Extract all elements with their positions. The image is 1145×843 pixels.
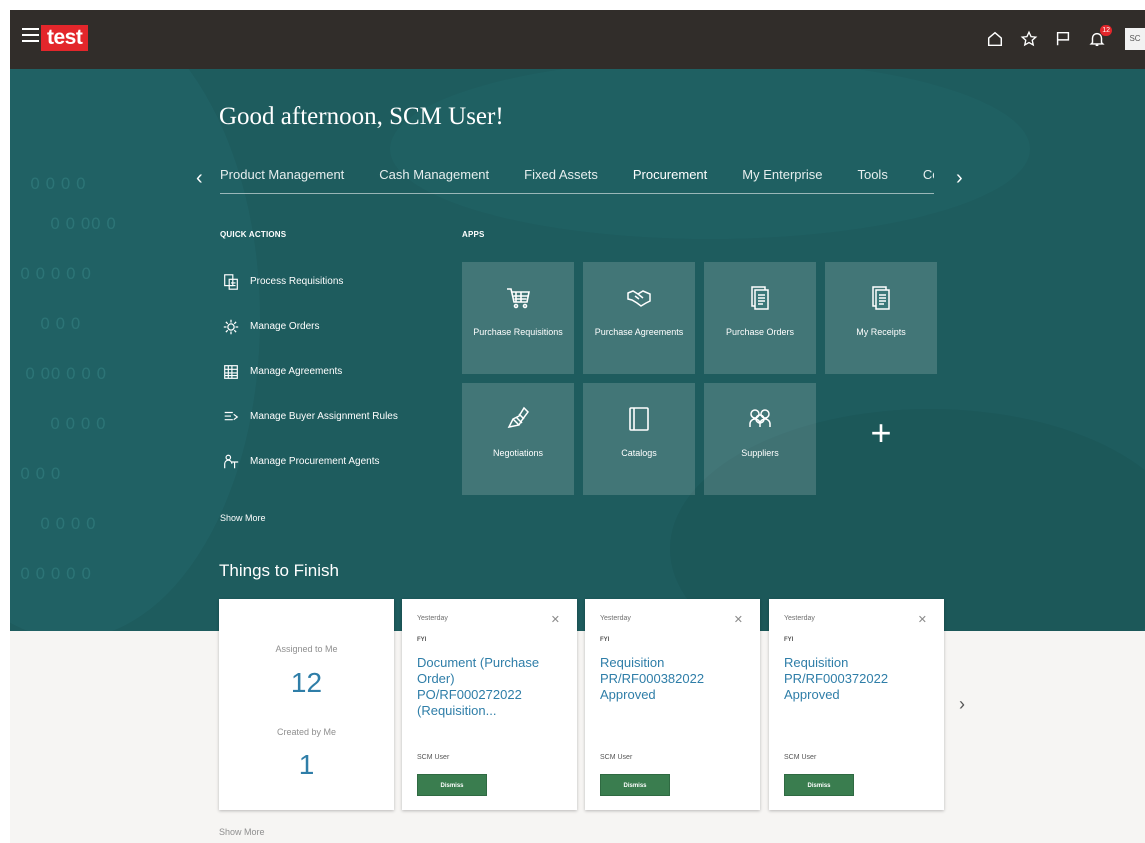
tab-procurement[interactable]: Procurement: [633, 164, 725, 193]
svg-text:0 0 00 0: 0 0 00 0: [50, 214, 116, 233]
svg-text:0 0 0 0 0: 0 0 0 0 0: [20, 564, 91, 583]
handshake-icon: [583, 284, 695, 314]
agreements-icon: [222, 363, 240, 381]
app-tile-purchase-agreements[interactable]: Purchase Agreements: [583, 262, 695, 374]
quick-actions-heading: QUICK ACTIONS: [220, 230, 287, 239]
requisition-icon: [222, 273, 240, 291]
suppliers-icon: [704, 405, 816, 435]
tab-my-enterprise[interactable]: My Enterprise: [742, 164, 840, 193]
close-icon[interactable]: ✕: [734, 613, 743, 626]
notification-card[interactable]: Yesterday ✕ FYI Document (Purchase Order…: [402, 599, 577, 810]
avatar[interactable]: SC: [1125, 28, 1145, 50]
nav-tab-strip: Product Management Cash Management Fixed…: [220, 164, 934, 194]
notification-card[interactable]: Yesterday ✕ FYI Requisition PR/RF0003720…: [769, 599, 944, 810]
notification-user: SCM User: [600, 754, 633, 761]
agents-icon: [222, 453, 240, 471]
cart-icon: [462, 284, 574, 314]
global-header: test 12 SC: [10, 10, 1145, 69]
close-icon[interactable]: ✕: [551, 613, 560, 626]
notification-card[interactable]: Yesterday ✕ FYI Requisition PR/RF0003820…: [585, 599, 760, 810]
svg-text:0 00 0 0 0: 0 00 0 0 0: [25, 364, 106, 383]
quick-actions-list: Process Requisitions Manage Orders Manag…: [222, 259, 452, 484]
notification-time: Yesterday: [784, 615, 815, 622]
tab-cor[interactable]: Cor: [923, 164, 934, 193]
receipt-icon: [825, 284, 937, 314]
dismiss-button[interactable]: Dismiss: [600, 774, 670, 796]
svg-text:0 0 0: 0 0 0: [40, 314, 81, 333]
summary-card: Assigned to Me 12 Created by Me 1: [219, 599, 394, 810]
documents-icon: [704, 284, 816, 314]
quick-action-manage-agreements[interactable]: Manage Agreements: [222, 349, 452, 394]
chevron-left-icon[interactable]: ‹: [196, 168, 203, 188]
apps-heading: APPS: [462, 230, 485, 239]
plus-icon: +: [870, 412, 892, 453]
notification-time: Yesterday: [417, 615, 448, 622]
app-tile-negotiations[interactable]: Negotiations: [462, 383, 574, 495]
add-app-tile[interactable]: +: [825, 383, 937, 495]
app-tile-purchase-orders[interactable]: Purchase Orders: [704, 262, 816, 374]
hamburger-icon[interactable]: [22, 28, 39, 42]
catalog-icon: [583, 405, 695, 435]
created-by-me-count[interactable]: 1: [219, 749, 394, 781]
app-tile-purchase-requisitions[interactable]: Purchase Requisitions: [462, 262, 574, 374]
tab-cash-management[interactable]: Cash Management: [379, 164, 507, 193]
created-by-me-label: Created by Me: [276, 727, 337, 737]
quick-action-manage-buyer-assignment-rules[interactable]: Manage Buyer Assignment Rules: [222, 394, 452, 439]
greeting-title: Good afternoon, SCM User!: [219, 103, 504, 130]
springboard-nav: ‹ Product Management Cash Management Fix…: [196, 164, 966, 198]
svg-text:0 0 0 0: 0 0 0 0: [30, 174, 86, 193]
dismiss-button[interactable]: Dismiss: [417, 774, 487, 796]
notification-user: SCM User: [784, 754, 817, 761]
app-frame: test 12 SC 0 0 0 0 0 0 00 0 0 0 0 0 0 0 0…: [10, 10, 1145, 843]
notification-title[interactable]: Requisition PR/RF000382022 Approved: [600, 655, 745, 703]
things-to-finish-heading: Things to Finish: [219, 561, 339, 580]
apps-grid: Purchase Requisitions Purchase Agreement…: [462, 262, 942, 502]
gear-icon: [222, 318, 240, 336]
chevron-right-icon[interactable]: ›: [956, 168, 963, 188]
header-actions: 12 SC: [983, 24, 1145, 54]
close-icon[interactable]: ✕: [918, 613, 927, 626]
tab-fixed-assets[interactable]: Fixed Assets: [524, 164, 616, 193]
dismiss-button[interactable]: Dismiss: [784, 774, 854, 796]
quick-action-manage-orders[interactable]: Manage Orders: [222, 304, 452, 349]
app-tile-my-receipts[interactable]: My Receipts: [825, 262, 937, 374]
svg-text:0 0 0 0 0: 0 0 0 0 0: [20, 264, 91, 283]
tab-product-management[interactable]: Product Management: [220, 164, 362, 193]
assigned-to-me-label: Assigned to Me: [275, 644, 338, 654]
bell-icon[interactable]: 12: [1085, 25, 1112, 51]
app-tile-catalogs[interactable]: Catalogs: [583, 383, 695, 495]
chevron-right-icon[interactable]: ›: [959, 694, 965, 715]
things-to-finish-show-more-link[interactable]: Show More: [219, 827, 265, 837]
quick-actions-show-more-link[interactable]: Show More: [220, 513, 266, 523]
logo[interactable]: test: [41, 25, 89, 51]
svg-text:0 0 0: 0 0 0: [20, 464, 61, 483]
quick-action-process-requisitions[interactable]: Process Requisitions: [222, 259, 452, 304]
notification-title[interactable]: Document (Purchase Order) PO/RF000272022…: [417, 655, 562, 719]
tab-tools[interactable]: Tools: [857, 164, 905, 193]
notification-time: Yesterday: [600, 615, 631, 622]
notification-user: SCM User: [417, 754, 450, 761]
app-tile-suppliers[interactable]: Suppliers: [704, 383, 816, 495]
notification-tag: FYI: [600, 637, 610, 643]
svg-text:0 0 0 0: 0 0 0 0: [40, 514, 96, 533]
flag-icon[interactable]: [1051, 27, 1075, 51]
notification-title[interactable]: Requisition PR/RF000372022 Approved: [784, 655, 929, 703]
assigned-to-me-count[interactable]: 12: [219, 667, 394, 699]
notification-tag: FYI: [417, 637, 427, 643]
quick-action-manage-procurement-agents[interactable]: Manage Procurement Agents: [222, 439, 452, 484]
star-icon[interactable]: [1017, 27, 1041, 51]
notification-badge: 12: [1100, 25, 1112, 36]
notification-tag: FYI: [784, 637, 794, 643]
hero-panel: 0 0 0 00 0 00 0 0 0 0 0 00 0 0 0 00 0 0 …: [10, 69, 1145, 631]
rules-icon: [222, 408, 240, 426]
home-icon[interactable]: [983, 27, 1007, 51]
svg-text:0 0 0 0: 0 0 0 0: [50, 414, 106, 433]
negotiation-icon: [462, 405, 574, 435]
